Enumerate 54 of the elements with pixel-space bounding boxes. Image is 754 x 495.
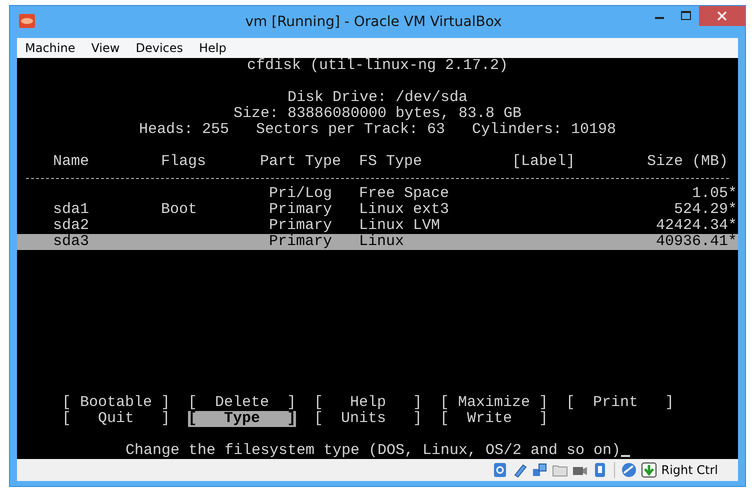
table-cell-text: 42424.34* xyxy=(654,218,737,234)
column-header: Name xyxy=(53,154,90,170)
table-cell-text: Linux xyxy=(359,234,406,250)
command-button[interactable]: [ Help ] xyxy=(314,395,422,411)
menu-item[interactable]: Devices xyxy=(136,41,192,55)
menu-item[interactable]: Machine xyxy=(25,41,84,55)
command-button[interactable]: [ Quit ] xyxy=(62,411,170,427)
table-cell-text: 1.05* xyxy=(690,186,737,202)
pen-icon[interactable] xyxy=(512,462,528,478)
close-icon xyxy=(717,11,727,21)
disk-info: Heads: 255 Sectors per Track: 63 Cylinders: 10198 xyxy=(138,122,616,138)
table-cell-text: Primary xyxy=(269,218,334,234)
command-button[interactable]: [ Maximize ] xyxy=(440,395,548,411)
table-cell-text: Boot xyxy=(161,202,198,218)
app-icon xyxy=(18,13,36,29)
menu-item[interactable]: Help xyxy=(199,41,234,55)
table-cell-text: Primary xyxy=(269,234,334,250)
disk-info: Size: 83886080000 bytes, 83.8 GB xyxy=(233,106,522,122)
command-button[interactable]: [ Bootable ] xyxy=(62,395,170,411)
partition-row[interactable]: Pri/Log Free Space 1.05* xyxy=(17,186,738,202)
table-cell-text: sda1 xyxy=(53,202,90,218)
table-cell-text: Pri/Log xyxy=(269,186,334,202)
partition-row[interactable]: sda1 Boot Primary Linux ext3 524.29* xyxy=(17,202,738,218)
disk-info: Disk Drive: /dev/sda xyxy=(287,90,468,106)
maximize-icon xyxy=(681,11,691,21)
column-header: Size (MB) xyxy=(646,154,728,170)
menu-item[interactable]: View xyxy=(91,41,128,55)
download-icon[interactable] xyxy=(641,462,658,478)
table-cell-text: 524.29* xyxy=(672,202,737,218)
command-button[interactable]: [ Type ] xyxy=(188,411,296,427)
host-key-label: Right Ctrl xyxy=(661,463,718,477)
column-header: [Label] xyxy=(512,154,576,170)
table-cell-text: sda2 xyxy=(53,218,90,234)
table-cell-text: Linux ext3 xyxy=(359,202,450,218)
command-button[interactable]: [ Delete ] xyxy=(188,395,296,411)
table-cell-text: sda3 xyxy=(53,234,90,250)
window-title: vm [Running] - Oracle VM VirtualBox xyxy=(244,14,503,30)
table-cell-text: Primary xyxy=(269,202,334,218)
program-heading: cfdisk (util-linux-ng 2.17.2) xyxy=(246,58,508,74)
text-cursor xyxy=(620,455,630,457)
command-button[interactable]: [ Print ] xyxy=(566,395,674,411)
command-button[interactable]: [ Write ] xyxy=(440,411,548,427)
partition-row[interactable]: sda3 Primary Linux 40936.41* xyxy=(17,234,738,250)
command-button[interactable]: [ Units ] xyxy=(314,411,422,427)
partition-row[interactable]: sda2 Primary Linux LVM 42424.34* xyxy=(17,218,738,234)
network-icon[interactable] xyxy=(532,462,548,478)
table-cell-text: Free Space xyxy=(359,186,450,202)
column-header: FS Type xyxy=(359,154,424,170)
table-cell-text: Linux LVM xyxy=(359,218,442,234)
table-cell-text: 40936.41* xyxy=(654,234,737,250)
help-message: Change the filesystem type (DOS, Linux, OS/2 and so on) xyxy=(125,443,621,459)
close-button[interactable] xyxy=(699,6,745,26)
column-header: Flags xyxy=(161,154,208,170)
column-header: Part Type xyxy=(260,154,342,170)
